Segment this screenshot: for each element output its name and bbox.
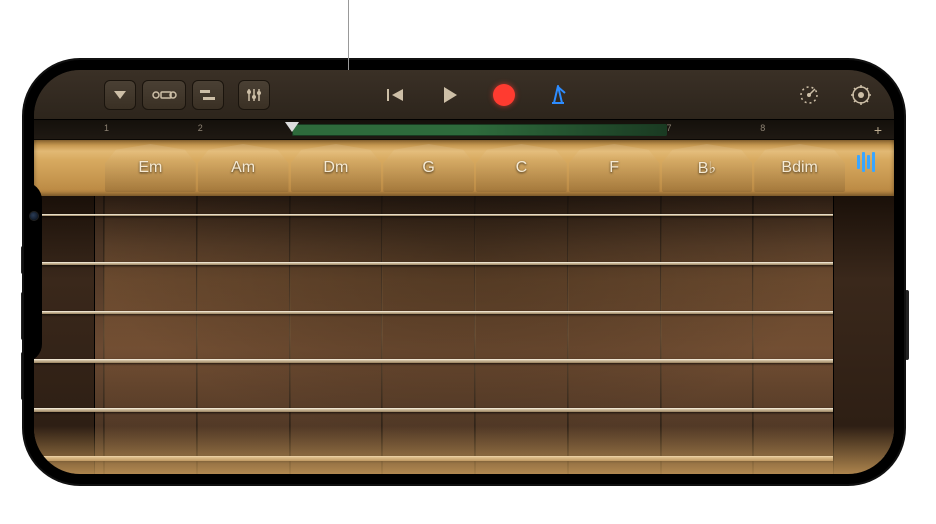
string-area[interactable] xyxy=(34,196,894,474)
autoplay-button[interactable] xyxy=(852,148,880,176)
chord-tab-dm[interactable]: Dm xyxy=(291,144,382,192)
metronome-button[interactable] xyxy=(543,80,573,110)
string-2[interactable] xyxy=(34,262,894,265)
side-button xyxy=(905,290,909,360)
ruler-tick: 1 xyxy=(104,123,109,133)
record-button[interactable] xyxy=(489,80,519,110)
chord-strip: EmAmDmGCFB♭Bdim xyxy=(34,140,894,196)
chord-column-bdim[interactable] xyxy=(753,196,846,474)
fret-divider xyxy=(845,196,847,474)
ruler-tick: 2 xyxy=(198,123,203,133)
chord-tab-am[interactable]: Am xyxy=(198,144,289,192)
song-settings-button[interactable] xyxy=(846,80,876,110)
string-5[interactable] xyxy=(34,408,894,412)
ruler-tick: 8 xyxy=(760,123,765,133)
ruler-tick: 7 xyxy=(667,123,672,133)
transport-controls xyxy=(381,80,573,110)
input-settings-button[interactable] xyxy=(794,80,824,110)
chord-tab-g[interactable]: G xyxy=(383,144,474,192)
chord-column-c[interactable] xyxy=(475,196,568,474)
sound-browser-button[interactable] xyxy=(104,80,136,110)
front-camera xyxy=(30,212,38,220)
chord-tab-f[interactable]: F xyxy=(569,144,660,192)
play-button[interactable] xyxy=(435,80,465,110)
chord-tab-em[interactable]: Em xyxy=(105,144,196,192)
string-4[interactable] xyxy=(34,359,894,363)
notch xyxy=(24,182,42,362)
region-view-button[interactable] xyxy=(192,80,224,110)
left-controls xyxy=(104,80,224,110)
chord-column-am[interactable] xyxy=(197,196,290,474)
add-section-button[interactable]: + xyxy=(874,122,882,138)
app-screen: 12345678 + EmAmDmGCFB♭Bdim xyxy=(34,70,894,474)
toolbar xyxy=(34,70,894,120)
chord-column-g[interactable] xyxy=(382,196,475,474)
chord-column-dm[interactable] xyxy=(290,196,383,474)
chord-tab-bdim[interactable]: Bdim xyxy=(754,144,845,192)
string-6[interactable] xyxy=(34,456,894,461)
chord-tab-c[interactable]: C xyxy=(476,144,567,192)
ruler[interactable]: 12345678 + xyxy=(34,120,894,140)
chord-tab-bb[interactable]: B♭ xyxy=(662,144,753,192)
go-to-beginning-button[interactable] xyxy=(381,80,411,110)
track-controls-button[interactable] xyxy=(238,80,270,110)
tracks-view-button[interactable] xyxy=(142,80,186,110)
record-icon xyxy=(493,84,515,106)
string-1[interactable] xyxy=(34,214,894,216)
chord-column-f[interactable] xyxy=(568,196,661,474)
recorded-region[interactable] xyxy=(292,124,667,136)
chord-column-em[interactable] xyxy=(104,196,197,474)
device-frame: 12345678 + EmAmDmGCFB♭Bdim xyxy=(24,60,904,484)
string-3[interactable] xyxy=(34,311,894,314)
right-controls xyxy=(794,80,876,110)
chord-column-bb[interactable] xyxy=(661,196,754,474)
playhead[interactable] xyxy=(285,122,299,136)
